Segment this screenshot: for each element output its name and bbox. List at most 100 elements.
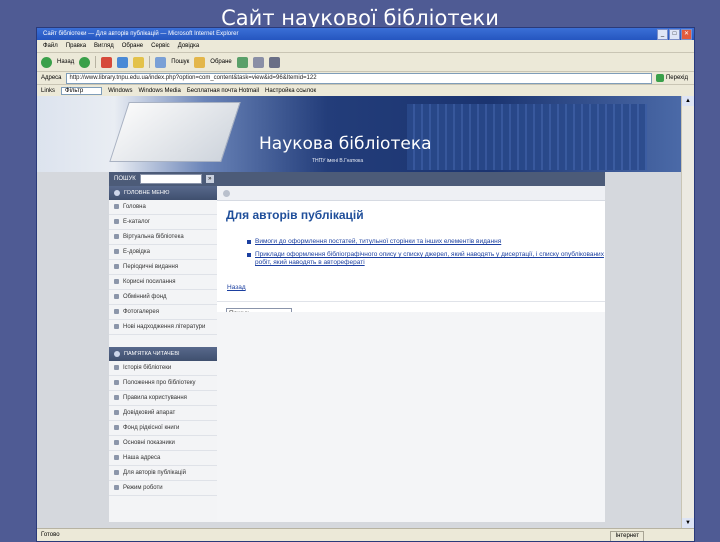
search-button[interactable]: Пошук — [171, 59, 189, 65]
close-button[interactable]: ✕ — [681, 29, 692, 40]
menu-file[interactable]: Файл — [43, 40, 58, 52]
scroll-up-icon[interactable]: ▲ — [682, 96, 694, 106]
main-content: Для авторів публікацій Вимоги до оформле… — [217, 186, 605, 522]
menu-edit[interactable]: Правка — [66, 40, 86, 52]
links-item-windows-media[interactable]: Windows Media — [139, 88, 181, 94]
reader-menu-item[interactable]: Правила користування — [109, 391, 217, 406]
vertical-scrollbar[interactable]: ▲ ▼ — [681, 96, 694, 528]
content-header-strip — [217, 186, 605, 201]
forward-arrow-icon[interactable] — [79, 56, 91, 68]
reader-menu-item-label[interactable]: Фонд рідкісної книги — [123, 424, 179, 432]
reader-menu-item[interactable]: Основні показники — [109, 436, 217, 451]
main-menu-item-label[interactable]: Головна — [123, 203, 146, 211]
address-input[interactable]: http://www.library.tnpu.edu.ua/index.php… — [65, 72, 652, 84]
reader-menu-item[interactable]: Для авторів публікацій — [109, 466, 217, 481]
page-link-item[interactable]: Приклади оформлення бібліографічного опи… — [247, 251, 605, 267]
links-label: Links — [41, 88, 56, 94]
main-menu-item-label[interactable]: Віртуальна бібліотека — [123, 233, 184, 241]
go-arrow-icon[interactable] — [655, 74, 664, 82]
window-titlebar[interactable]: Сайт бібліотеки — Для авторів публікацій… — [37, 28, 694, 40]
main-menu-item[interactable]: Нові надходження літератури — [109, 320, 217, 335]
main-menu-item-label[interactable]: Обмінний фонд — [123, 293, 167, 301]
main-menu-item[interactable]: Обмінний фонд — [109, 290, 217, 305]
site-content: ПОШУК » ГОЛОВНЕ МЕНЮ Головна Е-каталог Вір… — [109, 172, 605, 522]
main-menu-item[interactable]: Віртуальна бібліотека — [109, 230, 217, 245]
page-link-requirements[interactable]: Вимоги до оформлення постатей, титульної… — [255, 238, 501, 246]
search-label: ПОШУК — [114, 176, 136, 182]
main-menu-item-label[interactable]: Корисні посилання — [123, 278, 176, 286]
bullet-icon — [114, 380, 119, 385]
browser-window: Сайт бібліотеки — Для авторів публікацій… — [36, 27, 695, 542]
favorites-button[interactable]: Обране — [210, 59, 231, 65]
page-title: Для авторів публікацій — [226, 208, 364, 222]
links-filter-field[interactable]: Фільтр — [61, 87, 103, 95]
print-icon[interactable] — [268, 56, 280, 68]
reader-menu-item-label[interactable]: Довідковий апарат — [123, 409, 175, 417]
security-zone: Інтернет — [610, 531, 644, 541]
main-menu-item[interactable]: Періодичні видання — [109, 260, 217, 275]
bullet-icon — [114, 440, 119, 445]
mail-icon[interactable] — [252, 56, 264, 68]
minimize-button[interactable]: _ — [657, 29, 668, 40]
scroll-down-icon[interactable]: ▼ — [682, 518, 694, 528]
bullet-icon — [247, 240, 251, 244]
links-item-windows[interactable]: Windows — [108, 88, 132, 94]
bullet-icon — [114, 365, 119, 370]
reader-menu-item-label[interactable]: Історія бібліотеки — [123, 364, 171, 372]
page-link-item[interactable]: Вимоги до оформлення постатей, титульної… — [247, 238, 605, 246]
menu-tools[interactable]: Сервіс — [151, 40, 170, 52]
stop-icon[interactable] — [101, 56, 113, 68]
menu-view[interactable]: Вигляд — [94, 40, 114, 52]
main-menu-item-label[interactable]: Фотогалерея — [123, 308, 159, 316]
main-menu-item[interactable]: Е-каталог — [109, 215, 217, 230]
reader-menu-item[interactable]: Режим роботи — [109, 481, 217, 496]
reader-menu-item-label[interactable]: Наша адреса — [123, 454, 160, 462]
main-menu-item[interactable]: Головна — [109, 200, 217, 215]
reader-menu-title: ПАМ'ЯТКА ЧИТАЧЕВІ — [124, 351, 180, 357]
bullet-icon — [114, 395, 119, 400]
main-menu-item[interactable]: Е-довідка — [109, 245, 217, 260]
reader-menu-item[interactable]: Наша адреса — [109, 451, 217, 466]
history-icon[interactable] — [236, 56, 248, 68]
back-arrow-icon[interactable] — [41, 56, 52, 68]
main-menu-item-label[interactable]: Е-довідка — [123, 248, 150, 256]
bullet-icon — [114, 485, 119, 490]
main-menu-item-label[interactable]: Нові надходження літератури — [123, 323, 205, 331]
reader-menu-item-label[interactable]: Режим роботи — [123, 484, 163, 492]
maximize-button[interactable]: □ — [669, 29, 680, 40]
home-icon[interactable] — [133, 56, 145, 68]
links-item-customize[interactable]: Настройка ссылок — [265, 88, 316, 94]
reader-menu-item-label[interactable]: Правила користування — [123, 394, 187, 402]
reader-menu-item-label[interactable]: Положення про бібліотеку — [123, 379, 196, 387]
main-menu-item[interactable]: Фотогалерея — [109, 305, 217, 320]
back-link[interactable]: Назад — [227, 284, 605, 291]
reader-menu-header: ПАМ'ЯТКА ЧИТАЧЕВІ — [109, 347, 217, 361]
reader-menu-item[interactable]: Положення про бібліотеку — [109, 376, 217, 391]
reader-menu-item[interactable]: Фонд рідкісної книги — [109, 421, 217, 436]
links-item-hotmail[interactable]: Бесплатная почта Hotmail — [187, 88, 259, 94]
back-button[interactable]: Назад — [57, 59, 74, 65]
main-menu-item-label[interactable]: Е-каталог — [123, 218, 150, 226]
reader-menu-item-label[interactable]: Основні показники — [123, 439, 175, 447]
go-button[interactable]: Перехід — [666, 75, 688, 81]
page-link-bibliography-examples[interactable]: Приклади оформлення бібліографічного опи… — [255, 251, 605, 267]
menu-help[interactable]: Довідка — [178, 40, 200, 52]
bullet-icon — [114, 425, 119, 430]
menu-favorites[interactable]: Обране — [122, 40, 143, 52]
site-search-input[interactable] — [139, 174, 202, 184]
bullet-icon — [247, 253, 251, 257]
bullet-icon — [114, 470, 119, 475]
address-bar: Адреса http://www.library.tnpu.edu.ua/in… — [37, 72, 694, 85]
reader-menu-item[interactable]: Довідковий апарат — [109, 406, 217, 421]
bullet-icon — [114, 204, 119, 209]
search-go-button[interactable]: » — [205, 175, 214, 183]
search-icon[interactable] — [155, 56, 167, 68]
refresh-icon[interactable] — [117, 56, 129, 68]
main-menu-item-label[interactable]: Періодичні видання — [123, 263, 178, 271]
reader-menu-item-label[interactable]: Для авторів публікацій — [123, 469, 186, 477]
favorites-star-icon[interactable] — [194, 56, 206, 68]
content-divider — [217, 301, 605, 302]
main-menu-item[interactable]: Корисні посилання — [109, 275, 217, 290]
reader-menu-item[interactable]: Історія бібліотеки — [109, 361, 217, 376]
